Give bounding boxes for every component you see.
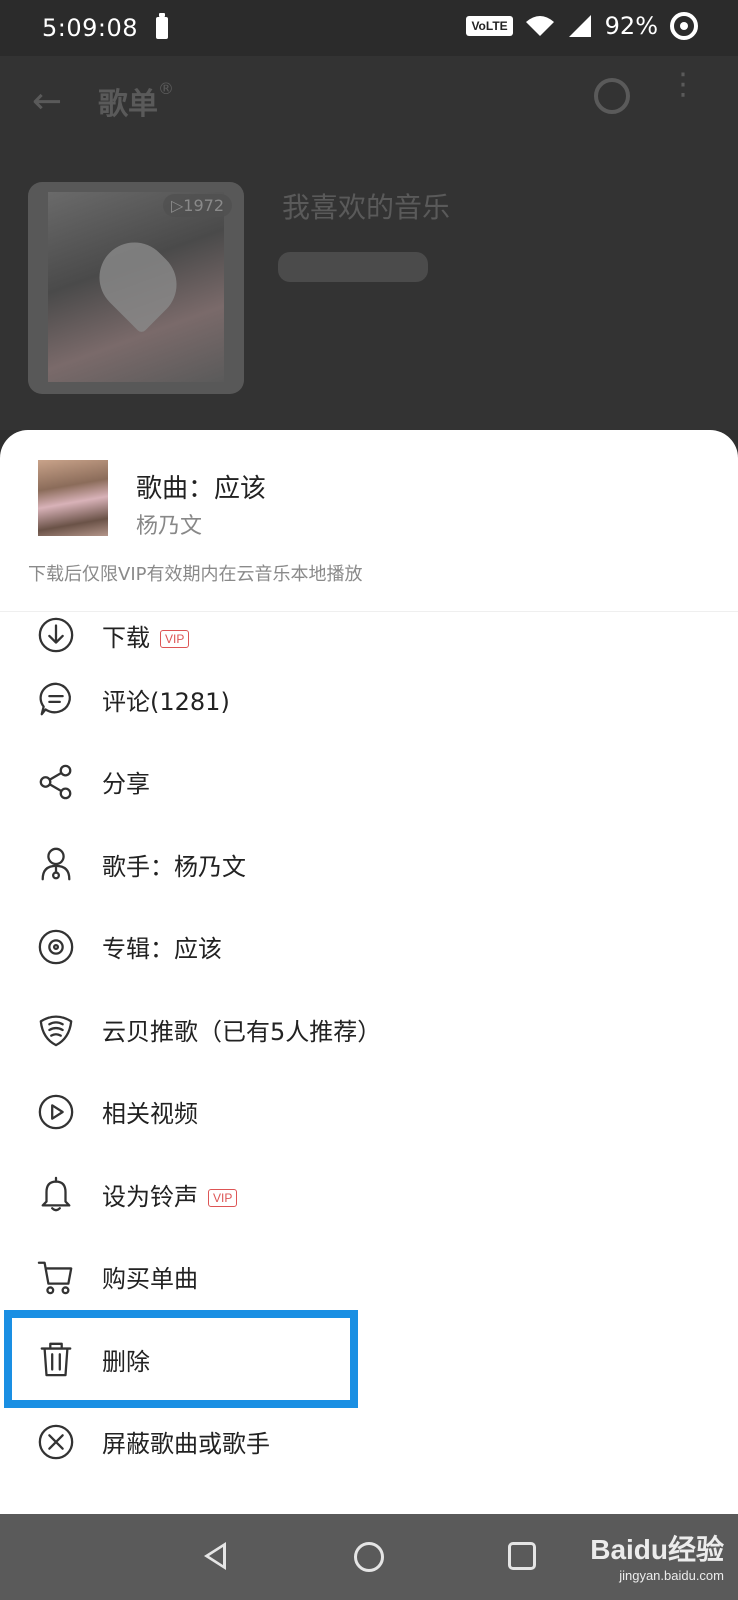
menu-label: 设为铃声 bbox=[102, 1182, 198, 1211]
menu-item-buy[interactable]: 购买单曲 bbox=[0, 1236, 738, 1319]
system-nav-bar: Baidu经验 jingyan.baidu.com bbox=[0, 1514, 738, 1600]
menu-item-ringtone[interactable]: 设为铃声 VIP bbox=[0, 1153, 738, 1236]
action-menu: 下载 VIP 评论(1281) 分享 歌手：杨乃文 专辑：应该 云贝推歌（已有5… bbox=[0, 612, 738, 1483]
vip-badge: VIP bbox=[160, 629, 190, 648]
vip-badge: VIP bbox=[208, 1188, 238, 1207]
song-artist: 杨乃文 bbox=[136, 514, 203, 539]
bell-icon bbox=[36, 1174, 76, 1214]
menu-item-album[interactable]: 专辑：应该 bbox=[0, 906, 738, 989]
song-header: 歌曲：应该 杨乃文 下载后仅限VIP有效期内在云音乐本地播放 bbox=[0, 430, 738, 612]
menu-item-download[interactable]: 下载 VIP bbox=[0, 612, 738, 658]
menu-label: 分享 bbox=[102, 770, 150, 799]
status-time: 5:09:08 bbox=[42, 14, 139, 42]
menu-label: 购买单曲 bbox=[102, 1265, 198, 1294]
search-icon[interactable] bbox=[594, 78, 630, 114]
song-title: 歌曲：应该 bbox=[136, 474, 267, 504]
download-icon bbox=[36, 615, 76, 655]
menu-label: 歌手：杨乃文 bbox=[102, 852, 246, 881]
more-icon[interactable]: ⋮ bbox=[668, 70, 698, 100]
nav-recents-icon[interactable] bbox=[508, 1542, 536, 1570]
trash-icon bbox=[36, 1339, 76, 1379]
volte-badge: VoLTE bbox=[466, 16, 513, 36]
baidu-watermark: Baidu经验 jingyan.baidu.com bbox=[590, 1528, 724, 1583]
singer-icon bbox=[36, 844, 76, 884]
playlist-background: ← 歌单® ⋮ ▷1972 我喜欢的音乐 bbox=[0, 56, 738, 430]
menu-label: 屏蔽歌曲或歌手 bbox=[102, 1430, 270, 1459]
song-action-sheet: 歌曲：应该 杨乃文 下载后仅限VIP有效期内在云音乐本地播放 下载 VIP 评论(… bbox=[0, 430, 738, 1514]
watermark-brand: Baidu经验 bbox=[590, 1534, 724, 1565]
album-icon bbox=[36, 927, 76, 967]
playlist-header: ← 歌单® ⋮ bbox=[0, 56, 738, 146]
playlist-cover[interactable]: ▷1972 bbox=[28, 182, 244, 394]
comment-icon bbox=[36, 679, 76, 719]
menu-label: 专辑：应该 bbox=[102, 935, 222, 964]
battery-ring-icon bbox=[670, 12, 698, 40]
signal-icon bbox=[568, 15, 591, 37]
page-title: 歌单® bbox=[98, 79, 174, 122]
menu-item-singer[interactable]: 歌手：杨乃文 bbox=[0, 823, 738, 906]
song-thumbnail bbox=[38, 460, 108, 536]
menu-item-delete[interactable]: 删除 bbox=[0, 1310, 738, 1408]
menu-label: 相关视频 bbox=[102, 1100, 198, 1129]
cart-icon bbox=[36, 1257, 76, 1297]
battery-percent: 92% bbox=[604, 12, 658, 40]
menu-label: 下载 bbox=[102, 623, 150, 652]
watermark-url: jingyan.baidu.com bbox=[619, 1568, 724, 1583]
menu-item-cloud-coin[interactable]: 云贝推歌（已有5人推荐） bbox=[0, 988, 738, 1071]
menu-item-block[interactable]: 屏蔽歌曲或歌手 bbox=[0, 1401, 738, 1484]
status-bar: 5:09:08 VoLTE 92% bbox=[0, 0, 738, 56]
wifi-icon bbox=[525, 16, 554, 36]
menu-label: 云贝推歌（已有5人推荐） bbox=[102, 1017, 382, 1046]
block-icon bbox=[36, 1422, 76, 1462]
menu-item-video[interactable]: 相关视频 bbox=[0, 1071, 738, 1154]
nav-back-icon[interactable] bbox=[204, 1542, 226, 1570]
owner-avatar-blurred bbox=[278, 252, 428, 282]
menu-label: 评论(1281) bbox=[102, 687, 230, 716]
menu-item-share[interactable]: 分享 bbox=[0, 741, 738, 824]
play-count: ▷1972 bbox=[162, 194, 232, 217]
battery-saver-icon bbox=[156, 13, 169, 39]
status-icons: VoLTE 92% bbox=[466, 12, 698, 40]
playlist-name: 我喜欢的音乐 bbox=[282, 191, 451, 224]
cloud-coin-icon bbox=[36, 1009, 76, 1049]
share-icon bbox=[36, 762, 76, 802]
menu-label: 删除 bbox=[102, 1347, 150, 1376]
video-icon bbox=[36, 1092, 76, 1132]
menu-item-comment[interactable]: 评论(1281) bbox=[0, 658, 738, 741]
nav-home-icon[interactable] bbox=[354, 1542, 384, 1572]
download-note: 下载后仅限VIP有效期内在云音乐本地播放 bbox=[28, 564, 363, 585]
back-arrow-icon[interactable]: ← bbox=[32, 81, 92, 122]
